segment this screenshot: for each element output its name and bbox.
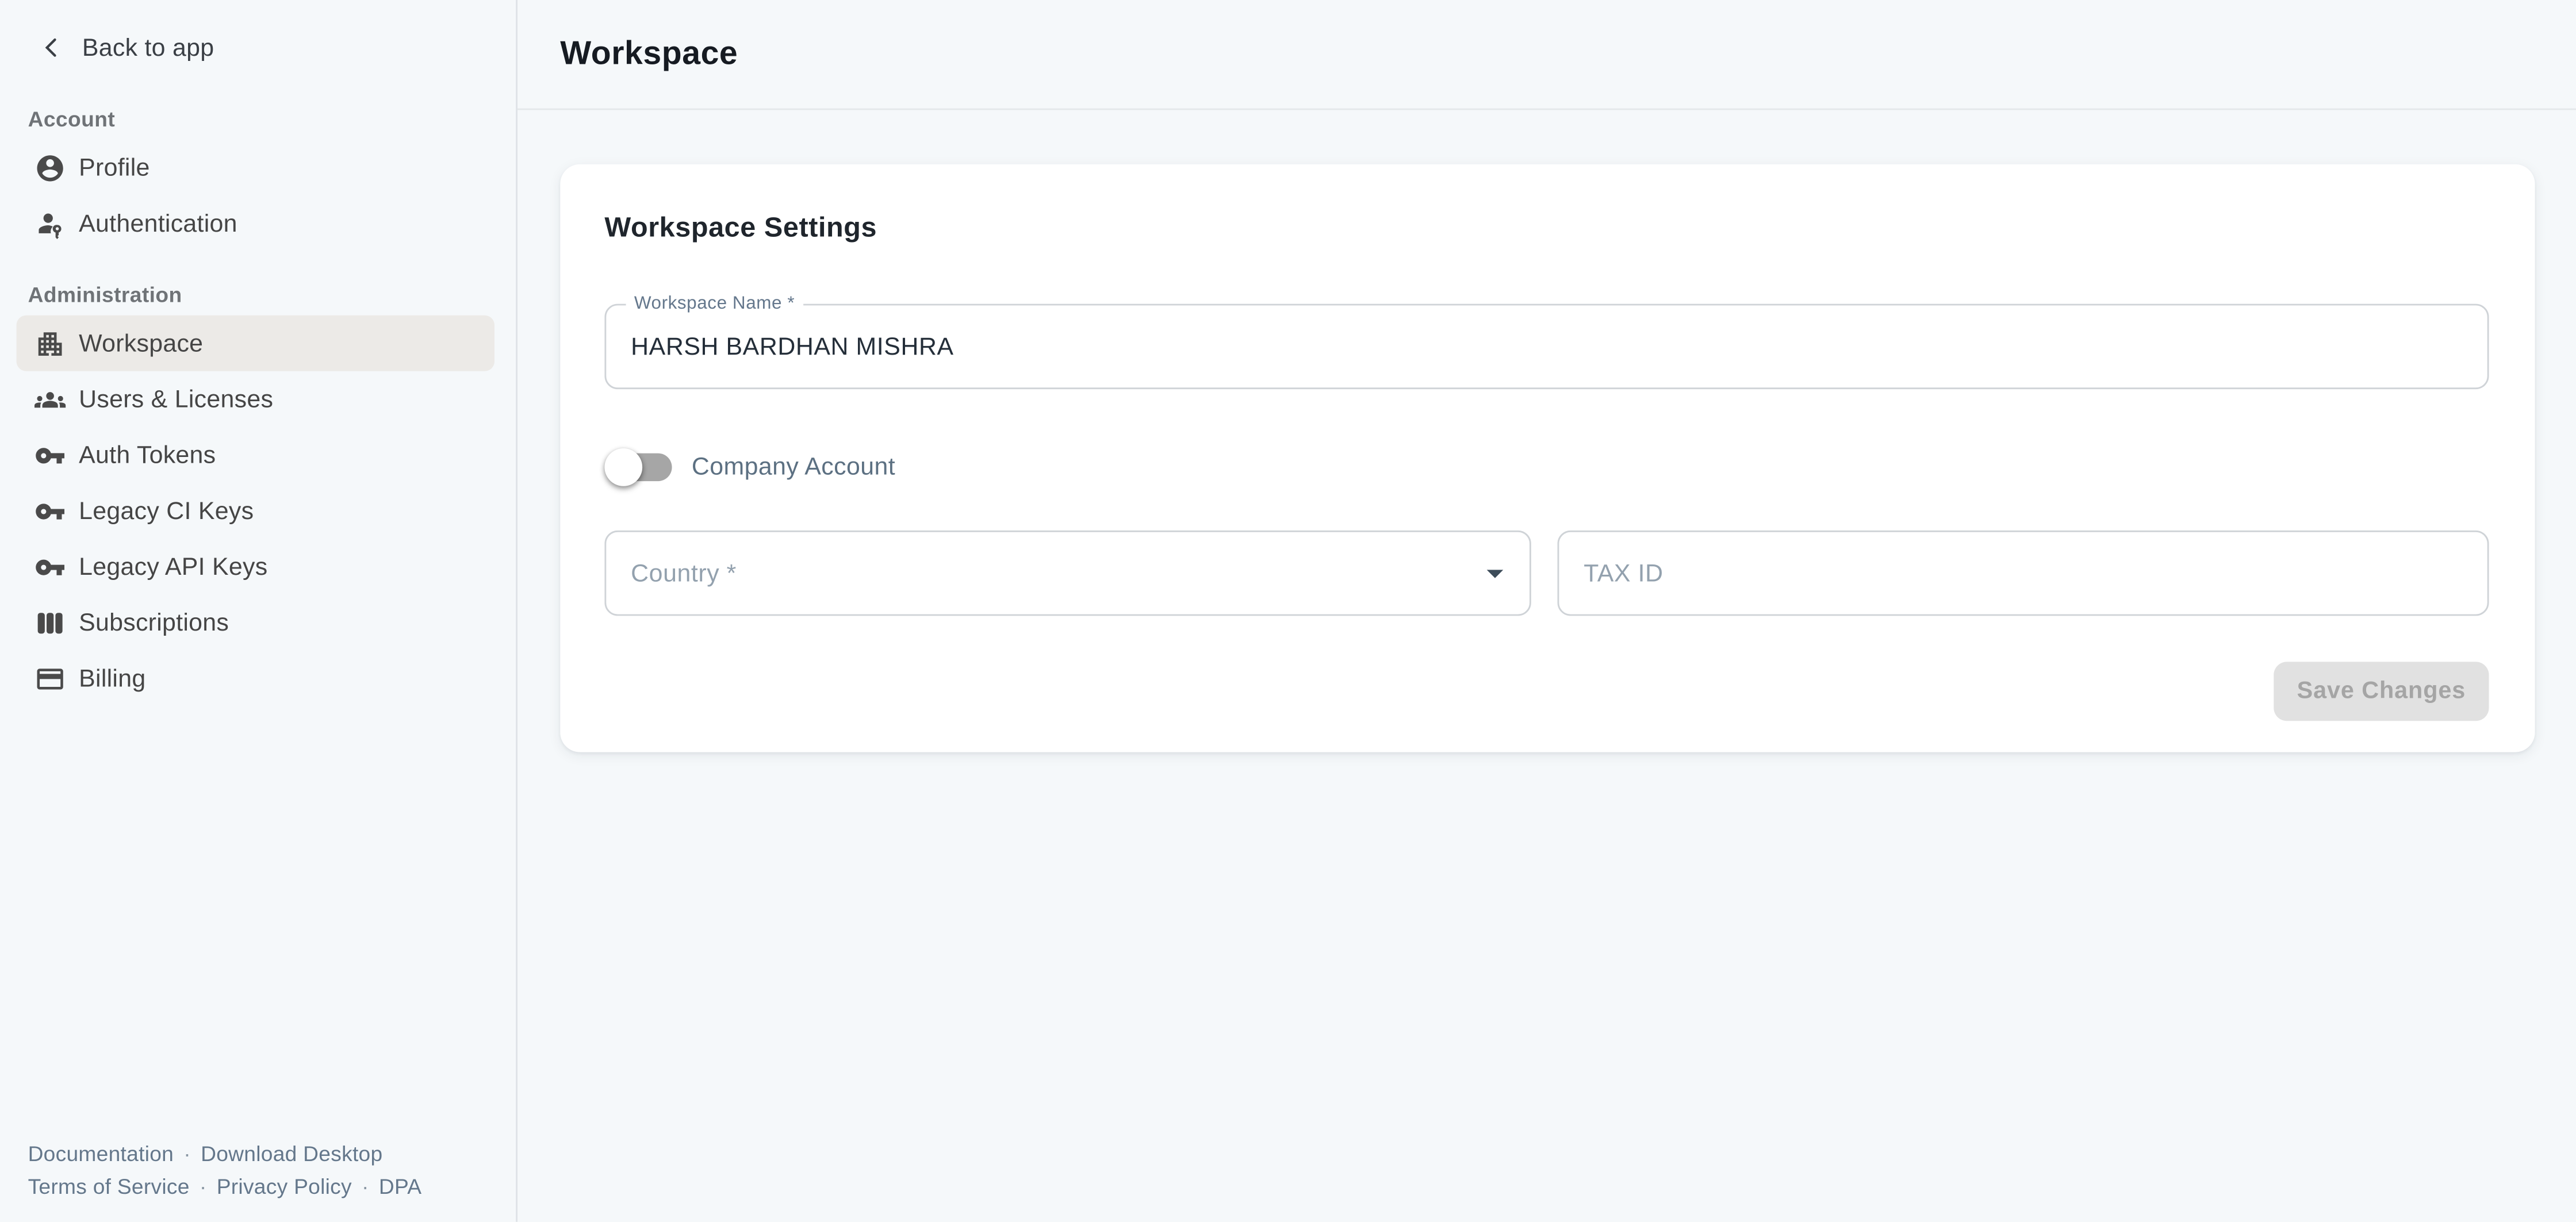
save-changes-button[interactable]: Save Changes [2274,662,2489,721]
sidebar-footer: Documentation · Download Desktop Terms of … [28,1138,422,1202]
footer-link-documentation[interactable]: Documentation [28,1142,174,1166]
key-icon [33,494,66,527]
sidebar-item-label: Authentication [79,209,237,237]
company-account-label: Company Account [692,452,895,481]
footer-link-terms-of-service[interactable]: Terms of Service [28,1173,190,1198]
sidebar-item-workspace[interactable]: Workspace [17,316,494,371]
country-select[interactable]: Country * [604,531,1531,616]
settings-sidebar: Back to app Account Profile Authenticati… [0,0,518,1222]
card-title: Workspace Settings [604,212,877,245]
footer-link-dpa[interactable]: DPA [379,1173,422,1198]
footer-row-1: Documentation · Download Desktop [28,1138,422,1170]
footer-separator: · [362,1173,369,1198]
person-key-icon [33,207,66,240]
sidebar-item-auth-tokens[interactable]: Auth Tokens [17,427,494,483]
sidebar-item-legacy-ci-keys[interactable]: Legacy CI Keys [17,483,494,539]
chevron-left-icon [34,31,67,64]
people-group-icon [33,383,66,416]
tax-id-input[interactable] [1559,532,2487,614]
sidebar-item-legacy-api-keys[interactable]: Legacy API Keys [17,539,494,594]
sidebar-item-label: Legacy CI Keys [79,497,254,525]
back-to-app-label: Back to app [82,34,214,62]
chevron-down-icon [1475,554,1515,593]
sidebar-item-billing[interactable]: Billing [17,650,494,706]
section-title-account: Account [28,105,488,133]
sidebar-item-subscriptions[interactable]: Subscriptions [17,594,494,650]
key-icon [33,439,66,471]
building-icon [33,327,66,360]
workspace-name-field: Workspace Name * [604,304,2489,390]
footer-separator: · [183,1142,191,1166]
sidebar-item-label: Subscriptions [79,609,229,637]
sidebar-item-label: Auth Tokens [79,441,216,469]
main-content: Workspace Workspace Settings Workspace N… [518,0,2576,1222]
company-account-toggle[interactable] [604,447,672,486]
app-root: Back to app Account Profile Authenticati… [0,0,2576,1222]
section-title-administration: Administration [28,281,488,309]
footer-separator: · [200,1173,207,1198]
sidebar-item-label: Legacy API Keys [79,552,267,581]
toggle-thumb [604,448,642,486]
footer-link-privacy-policy[interactable]: Privacy Policy [217,1173,352,1198]
country-select-label: Country * [606,559,737,587]
sidebar-item-users-licenses[interactable]: Users & Licenses [17,371,494,427]
workspace-settings-card: Workspace Settings Workspace Name * Comp… [560,164,2535,752]
footer-row-2: Terms of Service · Privacy Policy · DPA [28,1170,422,1202]
sidebar-item-authentication[interactable]: Authentication [17,195,494,251]
key-icon [33,550,66,583]
page-title: Workspace [560,35,738,73]
footer-link-download-desktop[interactable]: Download Desktop [201,1142,382,1166]
sidebar-item-profile[interactable]: Profile [17,140,494,195]
sidebar-item-label: Users & Licenses [79,385,273,413]
workspace-name-label: Workspace Name * [626,294,803,315]
person-circle-icon [33,151,66,184]
back-to-app-button[interactable]: Back to app [34,26,516,69]
columns-icon [33,606,66,639]
credit-card-icon [33,662,66,694]
page-header: Workspace [518,0,2576,110]
company-account-row: Company Account [604,447,895,486]
sidebar-item-label: Billing [79,664,145,693]
sidebar-item-label: Profile [79,153,150,182]
workspace-name-input[interactable] [606,305,2487,387]
sidebar-item-label: Workspace [79,329,203,358]
tax-id-field [1558,531,2489,616]
